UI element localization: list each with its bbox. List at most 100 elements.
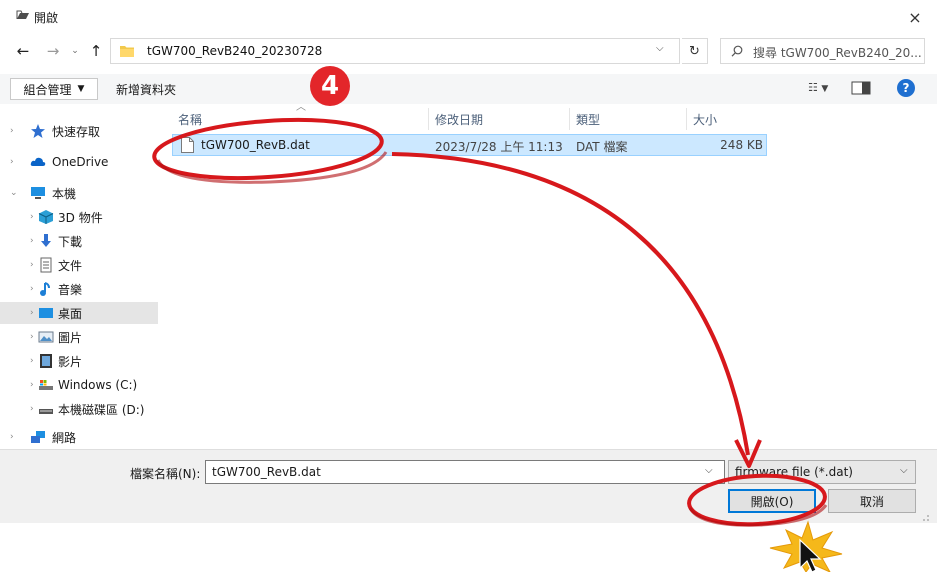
nav-label: OneDrive	[52, 155, 109, 169]
picture-icon	[38, 331, 54, 343]
nav-item-videos[interactable]: › 影片	[0, 350, 158, 372]
chevron-right-icon[interactable]: ›	[30, 212, 34, 222]
chevron-right-icon[interactable]: ›	[30, 356, 34, 366]
filename-label: 檔案名稱(N):	[130, 467, 201, 481]
column-header-type[interactable]: 類型	[570, 108, 687, 130]
nav-label: 網路	[52, 430, 77, 445]
mouse-cursor-icon	[799, 538, 822, 572]
nav-label: 影片	[58, 354, 83, 369]
chevron-down-icon[interactable]: ⌄	[10, 188, 18, 198]
nav-item-network[interactable]: › 網路	[0, 426, 158, 448]
network-icon	[31, 431, 45, 443]
back-button[interactable]: ←	[12, 41, 34, 61]
cancel-button[interactable]: 取消	[828, 489, 916, 513]
nav-item-drive-d[interactable]: › 本機磁碟區 (D:)	[0, 398, 158, 420]
view-grid-icon: ☷	[808, 81, 818, 94]
column-header-size[interactable]: 大小	[687, 108, 767, 130]
click-burst-icon	[769, 520, 843, 572]
filename-field[interactable]: tGW700_RevB.dat	[205, 460, 725, 484]
chevron-down-icon[interactable]: ⌵	[705, 465, 713, 476]
up-folder-button[interactable]: ↑	[85, 41, 107, 61]
nav-label: 本機磁碟區 (D:)	[58, 402, 145, 417]
nav-item-onedrive[interactable]: › OneDrive	[0, 151, 158, 173]
computer-icon	[31, 187, 45, 199]
download-icon	[41, 234, 51, 247]
chevron-down-icon: ⌄	[71, 46, 79, 56]
arrow-left-icon: ←	[16, 42, 30, 60]
caret-down-icon: ▼	[77, 84, 85, 94]
filetype-select[interactable]: firmware file (*.dat)	[728, 460, 916, 484]
chevron-down-icon[interactable]: ⌵	[656, 43, 664, 54]
forward-button[interactable]: →	[42, 41, 64, 61]
address-bar[interactable]: tGW700_RevB240_20230728 ⌵	[110, 38, 680, 64]
nav-label: 文件	[58, 258, 83, 273]
chevron-right-icon[interactable]: ›	[10, 126, 14, 136]
view-options-button[interactable]: ☷ ▼	[808, 81, 828, 94]
desktop-icon	[39, 308, 53, 318]
nav-label: 快速存取	[52, 124, 101, 139]
nav-label: 本機	[52, 186, 77, 201]
refresh-button[interactable]: ↻	[682, 38, 708, 64]
column-header-date[interactable]: 修改日期	[429, 108, 570, 130]
chevron-right-icon[interactable]: ›	[10, 157, 14, 167]
nav-item-downloads[interactable]: › 下載	[0, 230, 158, 252]
chevron-down-icon[interactable]: ⌵	[900, 465, 908, 476]
star-icon	[31, 124, 45, 138]
nav-label: 下載	[58, 234, 83, 249]
resize-grip-icon[interactable]	[918, 510, 930, 522]
nav-item-3d-objects[interactable]: › 3D 物件	[0, 206, 158, 228]
step-badge: 4	[310, 66, 350, 106]
file-row[interactable]: tGW700_RevB.dat 2023/7/28 上午 11:13 DAT 檔…	[172, 134, 767, 156]
arrow-right-icon: →	[46, 42, 60, 60]
arrow-up-icon: ↑	[89, 42, 103, 60]
nav-item-desktop[interactable]: › 桌面	[0, 302, 158, 324]
search-input[interactable]: 搜尋 tGW700_RevB240_20...	[720, 38, 925, 64]
chevron-right-icon[interactable]: ›	[10, 432, 14, 442]
caret-down-icon: ▼	[821, 84, 829, 94]
file-icon	[181, 137, 194, 153]
title-bar	[0, 0, 937, 32]
file-size: 248 KB	[720, 138, 763, 152]
nav-label: 圖片	[58, 330, 83, 345]
chevron-right-icon[interactable]: ›	[30, 332, 34, 342]
chevron-right-icon[interactable]: ›	[30, 284, 34, 294]
cube-icon	[38, 210, 54, 224]
file-date: 2023/7/28 上午 11:13	[435, 140, 563, 154]
video-icon	[40, 354, 52, 368]
highlight-ellipse-file-shadow	[156, 151, 388, 184]
search-icon	[731, 45, 743, 57]
open-folder-icon	[16, 10, 29, 19]
chevron-right-icon[interactable]: ›	[30, 260, 34, 270]
organize-button[interactable]: 組合管理 ▼	[10, 78, 98, 100]
nav-item-pictures[interactable]: › 圖片	[0, 326, 158, 348]
drive-c-icon	[39, 380, 53, 390]
nav-label: 3D 物件	[58, 210, 103, 225]
open-button[interactable]: 開啟(O)	[728, 489, 816, 513]
chevron-right-icon[interactable]: ›	[30, 380, 34, 390]
nav-item-drive-c[interactable]: › Windows (C:)	[0, 374, 158, 396]
document-icon	[40, 257, 52, 273]
window-title: 開啟	[34, 11, 59, 25]
refresh-icon: ↻	[689, 43, 700, 59]
nav-label: 音樂	[58, 282, 83, 297]
nav-item-music[interactable]: › 音樂	[0, 278, 158, 300]
nav-item-quick-access[interactable]: › 快速存取	[0, 120, 158, 142]
nav-item-this-pc[interactable]: ⌄ 本機	[0, 182, 158, 204]
nav-item-documents[interactable]: › 文件	[0, 254, 158, 276]
nav-label: Windows (C:)	[58, 378, 138, 392]
chevron-right-icon[interactable]: ›	[30, 236, 34, 246]
folder-icon	[120, 46, 134, 57]
organize-label: 組合管理	[23, 82, 72, 97]
navigation-pane: › 快速存取 › OneDrive ⌄ 本機 › 3D 物件 › 下載 › 文件…	[0, 104, 160, 449]
preview-pane-icon[interactable]	[851, 80, 871, 96]
new-folder-button[interactable]: 新增資料夾	[112, 78, 180, 100]
chevron-right-icon[interactable]: ›	[30, 308, 34, 318]
file-type: DAT 檔案	[576, 140, 628, 154]
nav-label: 桌面	[58, 306, 83, 321]
cloud-icon	[30, 157, 46, 166]
column-header-name[interactable]: 名稱	[172, 108, 429, 130]
chevron-right-icon[interactable]: ›	[30, 404, 34, 414]
close-button[interactable]: ×	[897, 4, 933, 30]
recent-locations-button[interactable]: ⌄	[64, 41, 86, 61]
help-icon[interactable]: ?	[897, 79, 915, 97]
